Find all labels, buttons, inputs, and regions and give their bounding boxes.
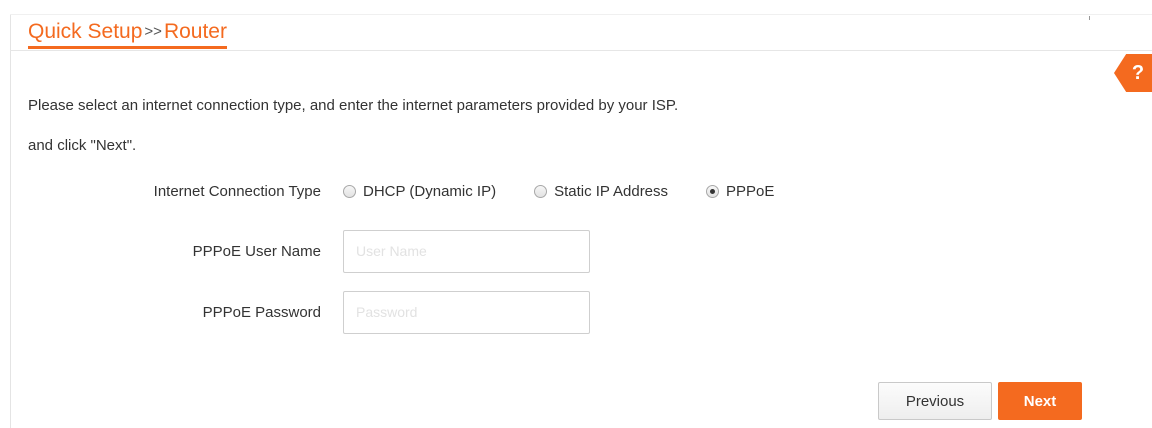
header-divider xyxy=(10,50,1152,51)
pppoe-user-label: PPPoE User Name xyxy=(192,242,321,260)
breadcrumb: Quick Setup >>Router xyxy=(28,19,227,49)
panel-top-border xyxy=(10,14,1152,15)
breadcrumb-quick-setup[interactable]: Quick Setup xyxy=(28,20,142,43)
pppoe-user-row: PPPoE User Name xyxy=(0,229,590,273)
radio-static-ip-label: Static IP Address xyxy=(554,182,669,200)
corner-tick xyxy=(1089,16,1090,20)
quick-setup-page: Quick Setup >>Router ? Please select an i… xyxy=(0,0,1152,428)
instruction-text-next: and click "Next". xyxy=(28,137,137,154)
previous-button[interactable]: Previous xyxy=(878,382,992,420)
radio-pppoe-label: PPPoE xyxy=(726,182,775,200)
breadcrumb-router: Router xyxy=(163,20,227,43)
radio-pppoe-indicator[interactable] xyxy=(706,184,720,198)
radio-dhcp-indicator[interactable] xyxy=(343,184,356,198)
panel-left-border xyxy=(10,14,11,428)
connection-type-label: Internet Connection Type xyxy=(153,182,321,200)
next-button[interactable]: Next xyxy=(998,382,1082,420)
pppoe-password-label: PPPoE Password xyxy=(202,303,321,321)
radio-static-ip-indicator[interactable] xyxy=(534,184,548,198)
connection-type-row: Internet Connection Type DHCP (Dynamic I… xyxy=(0,176,775,206)
pppoe-password-row: PPPoE Password xyxy=(0,290,590,334)
radio-static-ip[interactable]: Static IP Address xyxy=(534,183,668,200)
radio-dhcp-label: DHCP (Dynamic IP) xyxy=(363,182,497,200)
help-icon[interactable]: ? xyxy=(1114,54,1152,92)
pppoe-user-input[interactable] xyxy=(343,229,590,273)
breadcrumb-separator: >> xyxy=(144,23,162,40)
radio-dhcp[interactable]: DHCP (Dynamic IP) xyxy=(343,183,496,200)
radio-pppoe[interactable]: PPPoE xyxy=(706,183,774,200)
pppoe-password-input[interactable] xyxy=(343,290,590,334)
instruction-text: Please select an internet connection typ… xyxy=(28,97,679,114)
